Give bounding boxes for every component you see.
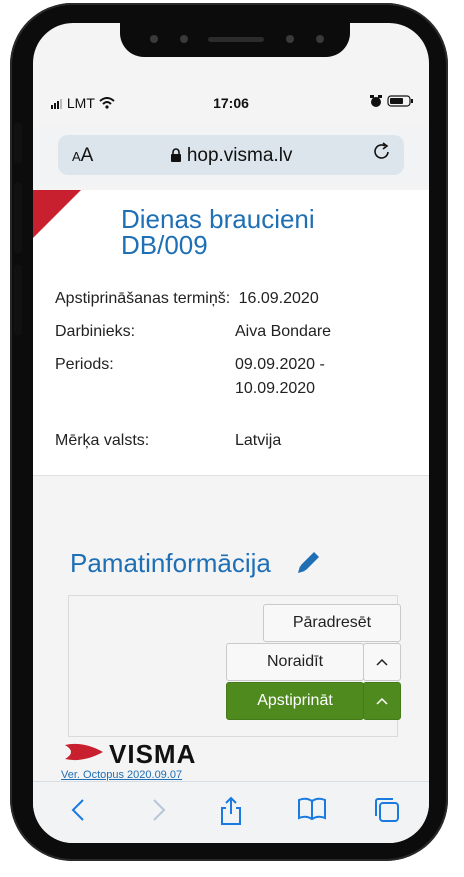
forward-icon	[150, 796, 168, 831]
employee-value: Aiva Bondare	[235, 323, 332, 340]
employee-label: Darbinieks:	[55, 323, 136, 340]
brand-logo-text: VISMA	[109, 739, 197, 769]
reject-more-button[interactable]	[363, 643, 401, 681]
approve-button[interactable]: Apstiprināt	[226, 682, 364, 720]
page-footer: VISMA Ver. Octopus 2020.09.07	[33, 737, 429, 781]
deadline-label: Apstiprināšanas termiņš:	[55, 290, 231, 307]
country-value: Latvija	[235, 432, 282, 449]
status-corner-flag	[33, 190, 81, 238]
forward-button[interactable]: Pāradresēt	[263, 604, 401, 642]
deadline-row: Apstiprināšanas termiņš: 16.09.2020	[55, 290, 319, 308]
bookmarks-icon[interactable]	[297, 796, 327, 829]
approve-more-button[interactable]	[363, 682, 401, 720]
phone-screen: LMT 17:06 AA hop.visma.lv Dienas braucie…	[33, 23, 429, 843]
period-label: Periods:	[55, 356, 114, 373]
period-end: 10.09.2020	[235, 380, 316, 397]
actions-panel: Pāradresēt Noraidīt Apstiprināt	[68, 595, 401, 737]
browser-address-area: AA hop.visma.lv	[33, 126, 429, 186]
chevron-up-icon	[376, 697, 388, 705]
sensor-icon	[286, 35, 294, 43]
edit-pencil-icon[interactable]	[295, 548, 323, 581]
battery-icon	[387, 95, 413, 107]
tabs-icon[interactable]	[373, 796, 401, 831]
camera-icon	[150, 35, 158, 43]
deadline-value: 16.09.2020	[238, 290, 319, 307]
period-start: 09.09.2020 -	[235, 356, 325, 373]
country-label: Mērķa valsts:	[55, 432, 150, 449]
document-card: Dienas braucieni DB/009 Apstiprināšanas …	[33, 190, 429, 476]
mute-switch	[14, 123, 22, 163]
phone-notch	[120, 23, 350, 57]
title-line-1: Dienas braucieni	[121, 204, 315, 234]
period-value: 09.09.2020 - 10.09.2020	[235, 356, 325, 398]
employee-row: Darbinieks: Aiva Bondare	[55, 323, 331, 341]
url-text: hop.visma.lv	[186, 145, 293, 166]
country-row: Mērķa valsts: Latvija	[55, 432, 281, 450]
status-bar: LMT 17:06	[33, 93, 429, 115]
share-icon[interactable]	[219, 796, 243, 833]
page-title: Dienas braucieni DB/009	[121, 206, 315, 258]
address-bar[interactable]: AA hop.visma.lv	[58, 135, 404, 175]
url-display[interactable]: hop.visma.lv	[58, 145, 404, 167]
lock-icon	[170, 148, 181, 162]
back-icon[interactable]	[69, 796, 87, 831]
volume-up-button	[14, 183, 22, 253]
period-row: Periods: 09.09.2020 - 10.09.2020	[55, 356, 325, 397]
version-link[interactable]: Ver. Octopus 2020.09.07	[61, 769, 182, 781]
volume-down-button	[14, 265, 22, 335]
section-title: Pamatinformācija	[70, 548, 271, 578]
browser-toolbar	[33, 781, 429, 843]
speaker-grille	[208, 37, 264, 42]
sensor-icon	[180, 35, 188, 43]
reload-icon[interactable]	[372, 142, 392, 170]
chevron-up-icon	[376, 658, 388, 666]
reject-button[interactable]: Noraidīt	[226, 643, 364, 681]
title-line-2: DB/009	[121, 230, 208, 260]
page-content: Dienas braucieni DB/009 Apstiprināšanas …	[33, 190, 429, 737]
visma-logo-icon	[65, 743, 103, 761]
camera-icon	[316, 35, 324, 43]
alarm-icon	[370, 95, 383, 107]
status-right-icons	[369, 94, 415, 111]
